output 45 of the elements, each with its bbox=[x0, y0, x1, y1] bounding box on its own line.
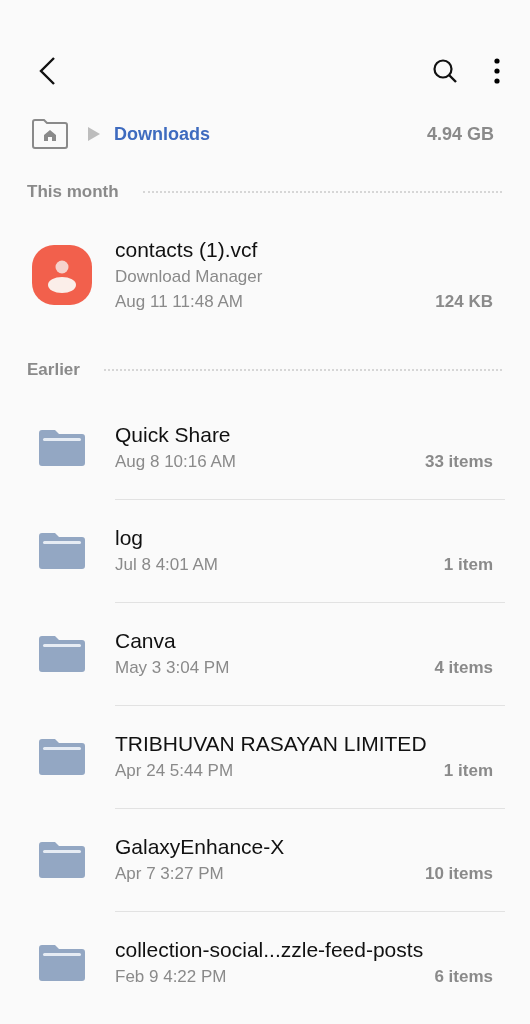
folder-icon bbox=[39, 532, 85, 569]
folder-list-item[interactable]: Canva May 3 3:04 PM 4 items bbox=[0, 602, 530, 705]
item-size: 124 KB bbox=[435, 292, 493, 312]
item-date: Feb 9 4:22 PM bbox=[115, 967, 227, 987]
item-date: Apr 24 5:44 PM bbox=[115, 760, 234, 781]
item-name: log bbox=[115, 525, 145, 550]
chevron-icon bbox=[88, 127, 100, 141]
item-date: Aug 11 11:48 AM bbox=[115, 292, 243, 312]
folder-list-item[interactable]: GalaxyEnhance-X Apr 7 3:27 PM 10 items bbox=[0, 808, 530, 911]
item-name: Quick Share bbox=[115, 422, 232, 447]
file-list-item[interactable]: contacts (1).vcf Download Manager Aug 11 11:48 AM 124 KB bbox=[0, 218, 530, 332]
item-date: May 3 3:04 PM bbox=[115, 657, 230, 678]
item-name: contacts (1).vcf bbox=[115, 238, 259, 262]
item-source: Download Manager bbox=[115, 267, 264, 287]
folder-icon bbox=[39, 429, 85, 466]
item-size: 33 items bbox=[424, 451, 493, 472]
contact-icon bbox=[32, 245, 92, 305]
item-name: Canva bbox=[115, 628, 177, 653]
folder-list-item[interactable]: TRIBHUVAN RASAYAN LIMITED Apr 24 5:44 PM 1 item bbox=[0, 705, 530, 808]
item-date: Aug 8 10:16 AM bbox=[115, 451, 236, 472]
item-size: 10 items bbox=[424, 863, 493, 884]
search-button[interactable] bbox=[432, 58, 458, 84]
more-options-button[interactable] bbox=[494, 58, 500, 84]
folder-icon bbox=[39, 738, 85, 775]
item-date: Jul 8 4:01 AM bbox=[115, 554, 218, 575]
item-size: 4 items bbox=[434, 657, 493, 678]
item-name: TRIBHUVAN RASAYAN LIMITED bbox=[115, 731, 428, 756]
breadcrumb-folder[interactable]: Downloads bbox=[114, 123, 210, 145]
section-header: This month bbox=[27, 182, 119, 202]
folder-list-item[interactable]: Quick Share Aug 8 10:16 AM 33 items bbox=[0, 396, 530, 499]
item-name: collection-social...zzle-feed-posts bbox=[115, 938, 425, 962]
back-button[interactable] bbox=[38, 56, 56, 86]
folder-icon bbox=[39, 635, 85, 672]
item-size: 1 item bbox=[443, 554, 493, 575]
home-folder-icon[interactable] bbox=[32, 119, 68, 149]
section-header: Earlier bbox=[27, 360, 80, 380]
folder-list-item[interactable]: collection-social...zzle-feed-posts Feb 9 4:22 PM 6 items bbox=[0, 911, 530, 1014]
item-name: GalaxyEnhance-X bbox=[115, 834, 286, 859]
item-size: 1 item bbox=[443, 760, 493, 781]
item-size: 6 items bbox=[434, 967, 493, 987]
storage-size: 4.94 GB bbox=[426, 123, 494, 145]
folder-list-item[interactable]: log Jul 8 4:01 AM 1 item bbox=[0, 499, 530, 602]
folder-icon bbox=[39, 944, 85, 981]
item-date: Apr 7 3:27 PM bbox=[115, 863, 224, 884]
folder-icon bbox=[39, 841, 85, 878]
